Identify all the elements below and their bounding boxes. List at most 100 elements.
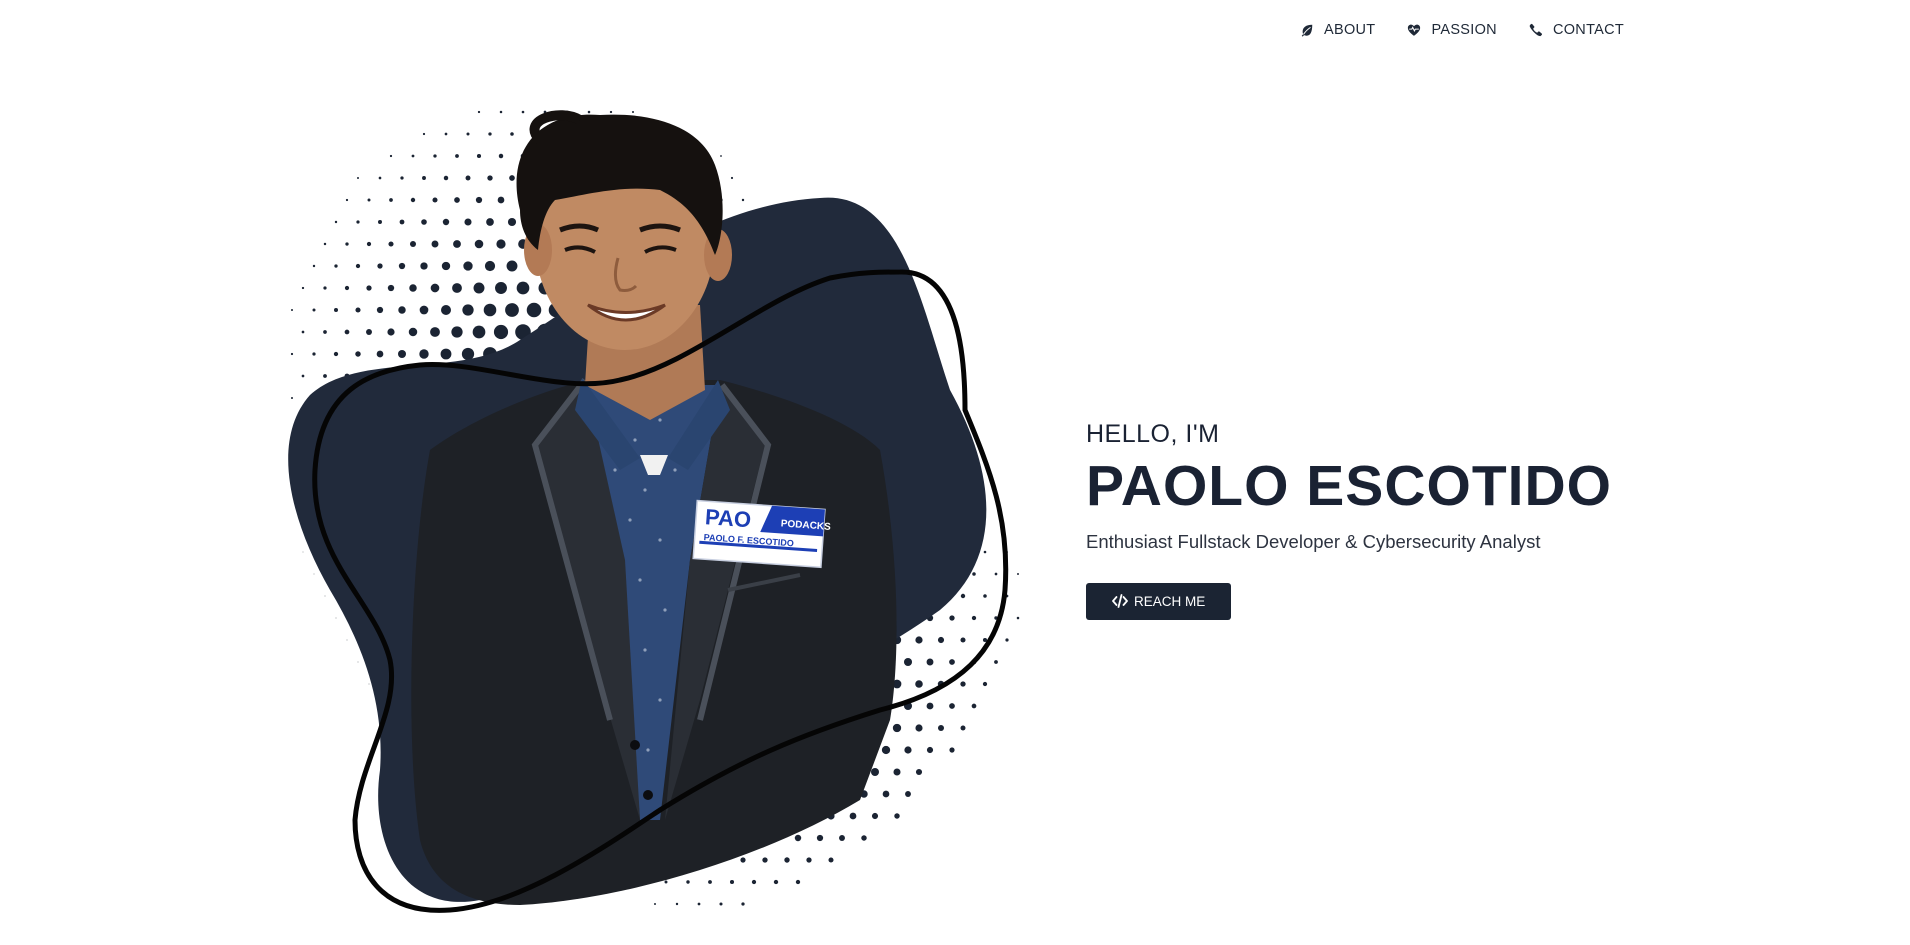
halftone-dot — [741, 902, 745, 906]
halftone-dot — [773, 879, 779, 885]
halftone-dot — [486, 218, 494, 226]
halftone-dot — [356, 220, 360, 224]
halftone-dot — [346, 639, 348, 641]
halftone-dot — [741, 198, 745, 202]
halftone-dot — [505, 303, 519, 317]
halftone-dot — [926, 702, 934, 710]
halftone-dot — [465, 175, 471, 181]
halftone-dot — [795, 879, 801, 885]
halftone-dot — [477, 110, 481, 114]
halftone-dot — [357, 661, 359, 663]
halftone-dot — [949, 703, 955, 709]
halftone-dot — [409, 240, 417, 248]
halftone-dot — [730, 176, 734, 180]
halftone-dot — [521, 110, 525, 114]
nav-contact[interactable]: CONTACT — [1529, 22, 1624, 38]
halftone-dot — [333, 351, 339, 357]
halftone-dot — [301, 374, 305, 378]
halftone-dot — [444, 132, 448, 136]
leaf-icon — [1300, 23, 1314, 37]
halftone-dot — [493, 324, 509, 340]
halftone-dot — [432, 197, 438, 203]
halftone-dot — [937, 724, 945, 732]
halftone-dot — [334, 264, 338, 268]
halftone-dot — [631, 110, 635, 114]
halftone-dot — [461, 347, 475, 361]
halftone-dot — [720, 155, 722, 157]
halftone-dot — [1016, 616, 1020, 620]
halftone-dot — [729, 879, 735, 885]
halftone-dot — [408, 327, 418, 337]
halftone-dot — [356, 176, 360, 180]
halftone-dot — [323, 286, 327, 290]
halftone-dot — [345, 242, 349, 246]
halftone-dot — [376, 306, 384, 314]
halftone-dot — [302, 551, 304, 553]
halftone-dot — [431, 240, 439, 248]
halftone-dot — [498, 153, 504, 159]
halftone-dot — [334, 220, 338, 224]
halftone-dot — [994, 660, 998, 664]
halftone-dot — [366, 285, 372, 291]
halftone-dot — [1017, 573, 1019, 575]
halftone-dot — [453, 240, 461, 248]
halftone-dot — [290, 352, 294, 356]
halftone-dot — [441, 305, 451, 315]
reach-me-button[interactable]: REACH ME — [1086, 582, 1232, 620]
top-nav: ABOUT PASSION CONTACT — [1300, 22, 1624, 38]
halftone-dot — [871, 812, 879, 820]
halftone-dot — [664, 880, 668, 884]
halftone-dot — [344, 329, 350, 335]
halftone-dot — [587, 110, 591, 114]
halftone-dot — [398, 306, 406, 314]
nav-passion[interactable]: PASSION — [1407, 22, 1497, 38]
halftone-dot — [366, 241, 372, 247]
halftone-dot — [430, 283, 440, 293]
halftone-dot — [719, 902, 723, 906]
halftone-dot — [960, 593, 966, 599]
halftone-dot — [443, 175, 449, 181]
halftone-dot — [312, 264, 316, 268]
halftone-dot — [983, 550, 987, 554]
halftone-dot — [497, 196, 505, 204]
halftone-dot — [452, 283, 462, 293]
nav-about[interactable]: ABOUT — [1300, 22, 1375, 38]
halftone-dot — [708, 880, 712, 884]
phone-icon — [1529, 23, 1543, 37]
halftone-dot — [1005, 638, 1009, 642]
halftone-dot — [926, 746, 934, 754]
name-badge: PAO PODACKS PAOLO F. ESCOTIDO — [692, 499, 831, 569]
hero-portrait-svg: PAO PODACKS PAOLO F. ESCOTIDO — [288, 110, 1020, 913]
halftone-dot — [312, 352, 316, 356]
halftone-dot — [806, 857, 812, 863]
halftone-dot — [960, 681, 966, 687]
halftone-dot — [389, 154, 393, 158]
halftone-dot — [509, 175, 515, 181]
halftone-dot — [420, 262, 428, 270]
halftone-dot — [971, 615, 977, 621]
halftone-dot — [971, 703, 977, 709]
halftone-dot — [451, 326, 463, 338]
halftone-dot — [366, 329, 372, 335]
halftone-dot — [334, 308, 338, 312]
halftone-dot — [675, 902, 679, 906]
halftone-dot — [495, 282, 507, 294]
halftone-dot — [422, 132, 426, 136]
halftone-dot — [301, 330, 305, 334]
halftone-dot — [355, 307, 361, 313]
halftone-dot — [882, 790, 890, 798]
halftone-dot — [983, 594, 987, 598]
reach-me-label: REACH ME — [1134, 593, 1206, 609]
halftone-dot — [609, 110, 613, 114]
halftone-dot — [475, 196, 483, 204]
halftone-dot — [345, 198, 349, 202]
halftone-dot — [871, 768, 879, 776]
halftone-dot — [972, 572, 976, 576]
halftone-dot — [915, 680, 923, 688]
halftone-dot — [442, 218, 450, 226]
hero-greeting: HELLO, I'M — [1086, 420, 1220, 448]
halftone-dot — [960, 637, 966, 643]
halftone-dot — [464, 218, 472, 226]
halftone-dot — [937, 636, 945, 644]
halftone-dot — [894, 813, 900, 819]
